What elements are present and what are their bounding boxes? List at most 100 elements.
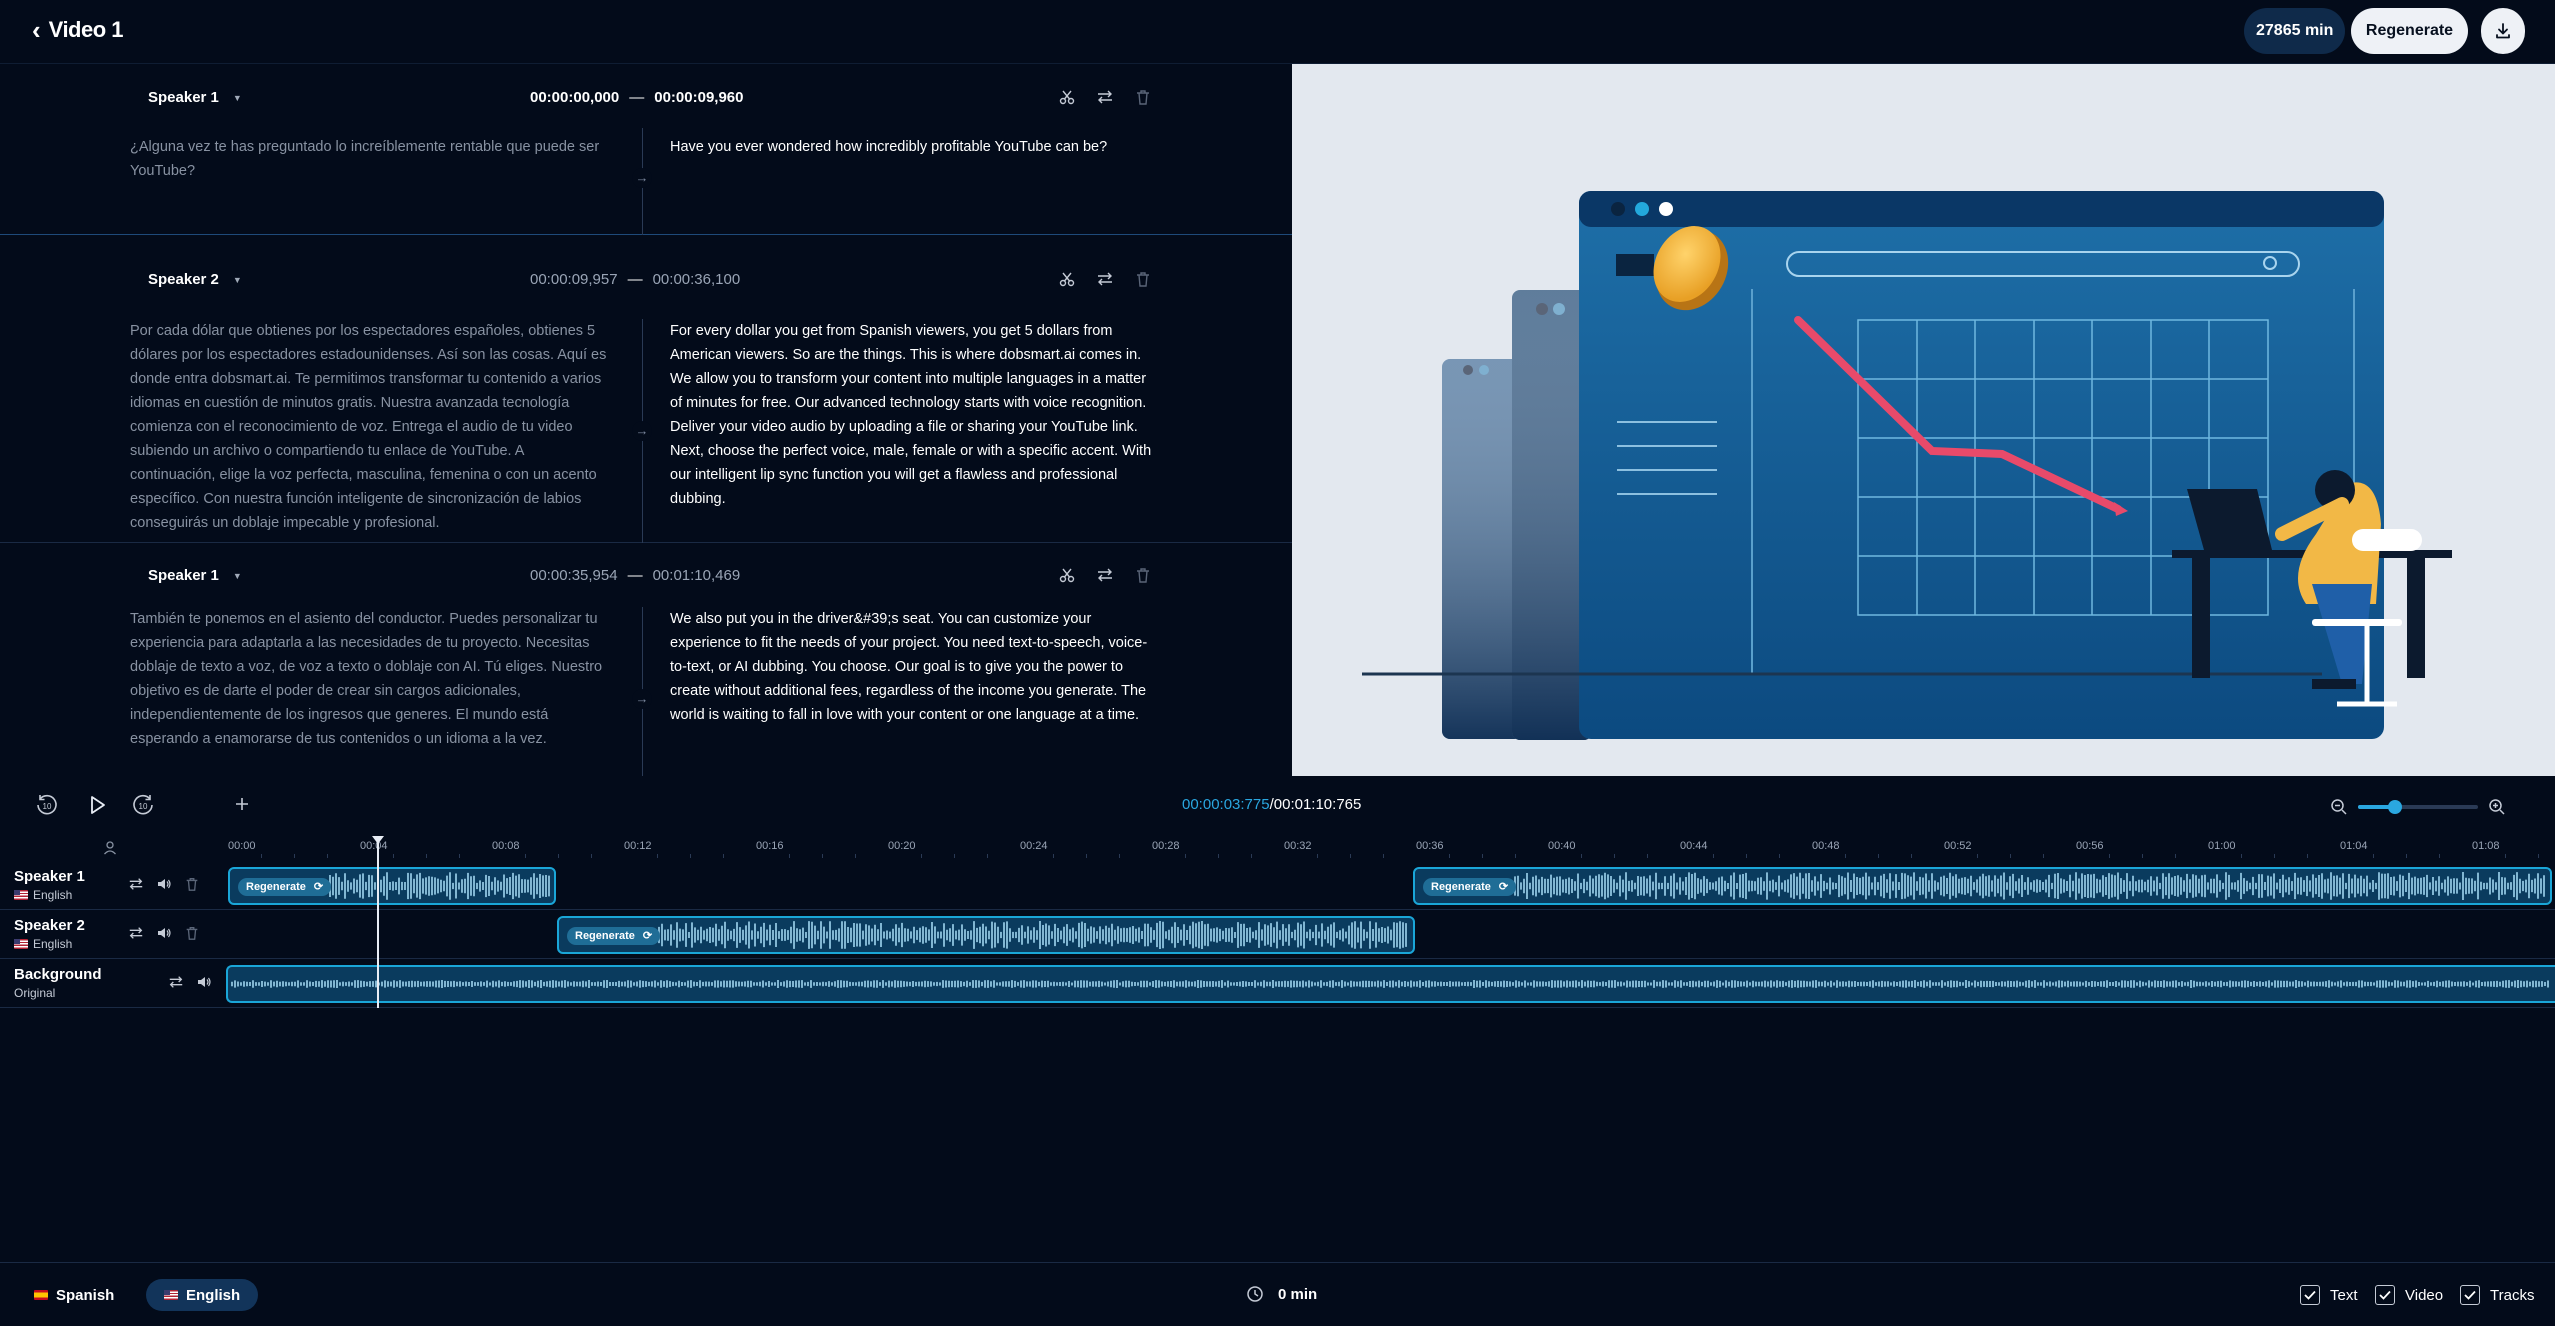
zoom-slider[interactable] [2358,800,2478,814]
waveform-bars [1514,872,2545,900]
zoom-out-icon[interactable] [2330,798,2348,816]
back-button[interactable]: ‹ Video 1 [32,16,124,44]
segment-start-time[interactable]: 00:00:00,000 [530,89,619,106]
time-separator: — [627,271,643,288]
tick-minor [426,854,427,858]
checkbox-video-label: Video [2405,1286,2444,1304]
tick-minor [1086,854,1087,858]
audio-clip-background[interactable] [226,965,2555,1003]
download-button[interactable] [2481,8,2525,54]
clip-regenerate-label: Regenerate [575,930,635,942]
swap-icon[interactable] [128,876,144,892]
player-controls: 10 10 00:00:03:775/00:01:10:765 [0,776,2555,836]
swap-icon[interactable] [168,974,184,990]
plus-icon[interactable] [232,794,252,814]
audio-clip[interactable]: Regenerate ⟳ [1413,867,2552,905]
trash-icon[interactable] [184,925,200,941]
tick-minor [558,854,559,858]
chevron-down-icon: ▼ [232,92,242,103]
speaker-select[interactable]: Speaker 1 ▼ [148,89,242,106]
scissors-icon[interactable] [1058,566,1076,584]
trash-icon[interactable] [184,876,200,892]
segment-end-time[interactable]: 00:01:10,469 [653,567,741,584]
tick-minor [822,854,823,858]
original-text[interactable]: También te ponemos en el asiento del con… [130,607,608,751]
audio-clip[interactable]: Regenerate ⟳ [557,916,1415,954]
original-text[interactable]: Por cada dólar que obtienes por los espe… [130,319,608,535]
segment-2[interactable]: Speaker 2 ▼ 00:00:09,957 — 00:00:36,100 … [0,235,1292,543]
timeline-ruler[interactable]: 00:00 00:04 00:08 00:12 00:16 00:20 00:24 00:28… [228,836,2555,860]
tick-minor [2142,854,2143,858]
chevron-down-icon: ▼ [232,274,242,285]
arrow-right-icon: → [632,421,652,441]
tick-label: 00:48 [1812,840,1840,852]
playhead[interactable] [377,838,379,1008]
segment-3[interactable]: Speaker 1 ▼ 00:00:35,954 — 00:01:10,469 … [0,543,1292,776]
tab-source-language[interactable]: Spanish [16,1279,132,1311]
translated-text[interactable]: Have you ever wondered how incredibly pr… [670,135,1160,159]
checkbox-tracks[interactable]: Tracks [2460,1285,2534,1305]
swap-icon[interactable] [1096,270,1114,288]
minutes-balance-badge: 27865 min [2244,8,2346,54]
tick-minor [2175,854,2176,858]
trash-icon[interactable] [1134,88,1152,106]
track-actions [128,925,200,941]
tick-minor [657,854,658,858]
clip-regenerate-button[interactable]: Regenerate ⟳ [238,878,332,896]
zoom-slider-knob[interactable] [2388,800,2402,814]
scissors-icon[interactable] [1058,270,1076,288]
speaker-select[interactable]: Speaker 2 ▼ [148,271,242,288]
volume-icon[interactable] [156,876,172,892]
tick-minor [1350,854,1351,858]
audio-clip[interactable]: Regenerate ⟳ [228,867,556,905]
trash-icon[interactable] [1134,270,1152,288]
segment-1[interactable]: Speaker 1 ▼ 00:00:00,000 — 00:00:09,960 … [0,64,1292,235]
checkbox-text[interactable]: Text [2300,1285,2358,1305]
forward-10-icon[interactable]: 10 [130,792,156,818]
tick-minor [2010,854,2011,858]
tick-minor [294,854,295,858]
volume-icon[interactable] [196,974,212,990]
tick-minor [2109,854,2110,858]
tick-label: 00:32 [1284,840,1312,852]
clip-regenerate-button[interactable]: Regenerate ⟳ [567,927,661,945]
tick-minor [855,854,856,858]
video-preview[interactable] [1292,64,2555,776]
play-button[interactable] [84,792,110,818]
volume-icon[interactable] [156,925,172,941]
tick-minor [2274,854,2275,858]
checkbox-video[interactable]: Video [2375,1285,2443,1305]
rewind-10-icon[interactable]: 10 [34,792,60,818]
translated-text[interactable]: We also put you in the driver&#39;s seat… [670,607,1160,727]
segment-start-time[interactable]: 00:00:35,954 [530,567,618,584]
tick-minor [921,854,922,858]
tick-minor [1779,854,1780,858]
segment-start-time[interactable]: 00:00:09,957 [530,271,618,288]
original-text[interactable]: ¿Alguna vez te has preguntado lo increíb… [130,135,608,183]
us-flag-icon [14,890,28,900]
tick-minor [954,854,955,858]
refresh-icon: ⟳ [1498,881,1509,893]
swap-icon[interactable] [1096,566,1114,584]
track-actions [128,876,200,892]
speaker-select[interactable]: Speaker 1 ▼ [148,567,242,584]
swap-icon[interactable] [1096,88,1114,106]
regenerate-button[interactable]: Regenerate [2351,8,2468,54]
waveform [658,921,1407,949]
time-separator: — [629,89,645,106]
scissors-icon[interactable] [1058,88,1076,106]
transcript-segments: Speaker 1 ▼ 00:00:00,000 — 00:00:09,960 … [0,64,1292,776]
segment-end-time[interactable]: 00:00:36,100 [653,271,741,288]
waveform-bars [329,872,550,900]
swap-icon[interactable] [128,925,144,941]
clip-regenerate-label: Regenerate [246,881,306,893]
clip-regenerate-button[interactable]: Regenerate ⟳ [1423,878,1517,896]
segment-end-time[interactable]: 00:00:09,960 [654,89,743,106]
speaker-label: Speaker 1 [148,89,219,106]
tick-minor [2439,854,2440,858]
translated-text[interactable]: For every dollar you get from Spanish vi… [670,319,1160,511]
zoom-in-icon[interactable] [2488,798,2506,816]
tab-target-language[interactable]: English [146,1279,259,1311]
target-language-label: English [186,1286,241,1304]
trash-icon[interactable] [1134,566,1152,584]
